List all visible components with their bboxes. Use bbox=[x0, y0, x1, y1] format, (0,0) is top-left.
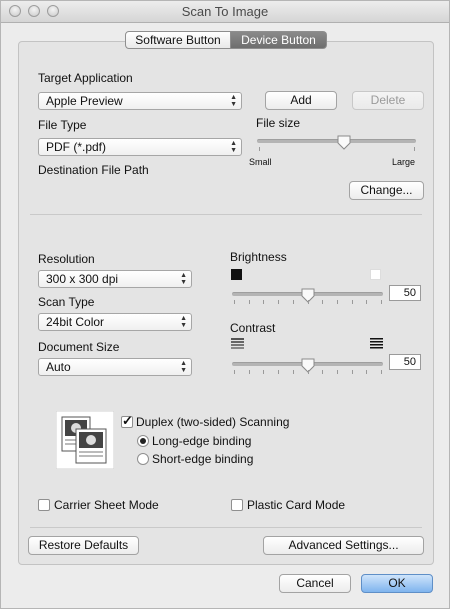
scan-to-image-window: Scan To Image Software Button Device But… bbox=[0, 0, 450, 609]
file-size-min-label: Small bbox=[249, 157, 272, 167]
brightness-label: Brightness bbox=[230, 250, 287, 264]
file-type-select[interactable]: PDF (*.pdf) ▲ ▼ bbox=[38, 138, 242, 156]
slider-tick bbox=[351, 300, 353, 304]
document-size-value: Auto bbox=[46, 360, 71, 374]
slider-tick bbox=[307, 300, 309, 304]
slider-tick bbox=[414, 147, 415, 151]
target-application-label: Target Application bbox=[38, 71, 133, 85]
slider-tick bbox=[381, 300, 382, 304]
target-application-value: Apple Preview bbox=[46, 94, 123, 108]
file-size-max-label: Large bbox=[392, 157, 416, 167]
slider-tick bbox=[322, 300, 324, 304]
divider bbox=[30, 527, 422, 528]
slider-tick bbox=[234, 300, 235, 304]
slider-tick bbox=[322, 370, 324, 374]
updown-arrows-icon: ▲ ▼ bbox=[230, 94, 237, 108]
long-edge-label: Long-edge binding bbox=[152, 434, 252, 448]
slider-tick bbox=[336, 300, 338, 304]
long-edge-radio[interactable] bbox=[137, 435, 149, 447]
carrier-sheet-checkbox[interactable] bbox=[38, 499, 50, 511]
checkmark-icon: ✓ bbox=[122, 413, 133, 428]
short-edge-radio[interactable] bbox=[137, 453, 149, 465]
slider-tick bbox=[366, 370, 368, 374]
plastic-card-label: Plastic Card Mode bbox=[247, 498, 346, 512]
slider-tick bbox=[278, 300, 280, 304]
short-edge-label: Short-edge binding bbox=[152, 452, 254, 466]
slider-tick bbox=[234, 370, 235, 374]
high-contrast-icon bbox=[370, 338, 383, 349]
slider-tick bbox=[248, 370, 250, 374]
low-contrast-icon bbox=[231, 338, 244, 349]
file-type-label: File Type bbox=[38, 118, 87, 132]
scan-type-label: Scan Type bbox=[38, 295, 95, 309]
dark-square-icon bbox=[231, 269, 242, 280]
duplex-label: Duplex (two-sided) Scanning bbox=[136, 415, 290, 429]
destination-file-path-label: Destination File Path bbox=[38, 163, 149, 177]
plastic-card-checkbox[interactable] bbox=[231, 499, 243, 511]
updown-arrows-icon: ▲ ▼ bbox=[230, 140, 237, 154]
add-button[interactable]: Add bbox=[265, 91, 337, 110]
slider-tick bbox=[307, 370, 309, 374]
brightness-value-field[interactable]: 50 bbox=[389, 285, 421, 301]
slider-tick bbox=[381, 370, 382, 374]
light-square-icon bbox=[370, 269, 381, 280]
slider-tick bbox=[292, 370, 294, 374]
divider bbox=[30, 214, 422, 215]
slider-tick bbox=[259, 147, 260, 151]
resolution-label: Resolution bbox=[38, 252, 95, 266]
cancel-button[interactable]: Cancel bbox=[279, 574, 351, 593]
change-button[interactable]: Change... bbox=[349, 181, 424, 200]
delete-button[interactable]: Delete bbox=[352, 91, 424, 110]
restore-defaults-button[interactable]: Restore Defaults bbox=[28, 536, 139, 555]
slider-tick bbox=[366, 300, 368, 304]
slider-tick bbox=[248, 300, 250, 304]
updown-arrows-icon: ▲ ▼ bbox=[180, 315, 187, 329]
contrast-value-field[interactable]: 50 bbox=[389, 354, 421, 370]
slider-tick bbox=[278, 370, 280, 374]
target-application-select[interactable]: Apple Preview ▲ ▼ bbox=[38, 92, 242, 110]
tab-software-button[interactable]: Software Button bbox=[125, 31, 231, 49]
updown-arrows-icon: ▲ ▼ bbox=[180, 272, 187, 286]
duplex-checkbox[interactable]: ✓ bbox=[121, 413, 133, 428]
resolution-value: 300 x 300 dpi bbox=[46, 272, 119, 286]
slider-tick bbox=[292, 300, 294, 304]
document-size-label: Document Size bbox=[38, 340, 120, 354]
resolution-select[interactable]: 300 x 300 dpi ▲ ▼ bbox=[38, 270, 192, 288]
updown-arrows-icon: ▲ ▼ bbox=[180, 360, 187, 374]
scan-type-select[interactable]: 24bit Color ▲ ▼ bbox=[38, 313, 192, 331]
contrast-label: Contrast bbox=[230, 321, 276, 335]
slider-tick bbox=[263, 300, 265, 304]
carrier-sheet-label: Carrier Sheet Mode bbox=[54, 498, 159, 512]
tab-device-button[interactable]: Device Button bbox=[231, 31, 327, 49]
duplex-pages-icon bbox=[56, 411, 114, 469]
file-size-slider-knob[interactable] bbox=[337, 135, 351, 150]
file-size-label: File size bbox=[256, 116, 301, 130]
window-title: Scan To Image bbox=[181, 4, 269, 19]
ok-button[interactable]: OK bbox=[361, 574, 433, 593]
advanced-settings-button[interactable]: Advanced Settings... bbox=[263, 536, 424, 555]
scan-type-value: 24bit Color bbox=[46, 315, 105, 329]
radio-selected-dot-icon bbox=[140, 438, 146, 444]
slider-tick bbox=[263, 370, 265, 374]
title-bar: Scan To Image bbox=[1, 1, 449, 23]
slider-tick bbox=[351, 370, 353, 374]
file-type-value: PDF (*.pdf) bbox=[46, 140, 107, 154]
document-size-select[interactable]: Auto ▲ ▼ bbox=[38, 358, 192, 376]
slider-tick bbox=[336, 370, 338, 374]
